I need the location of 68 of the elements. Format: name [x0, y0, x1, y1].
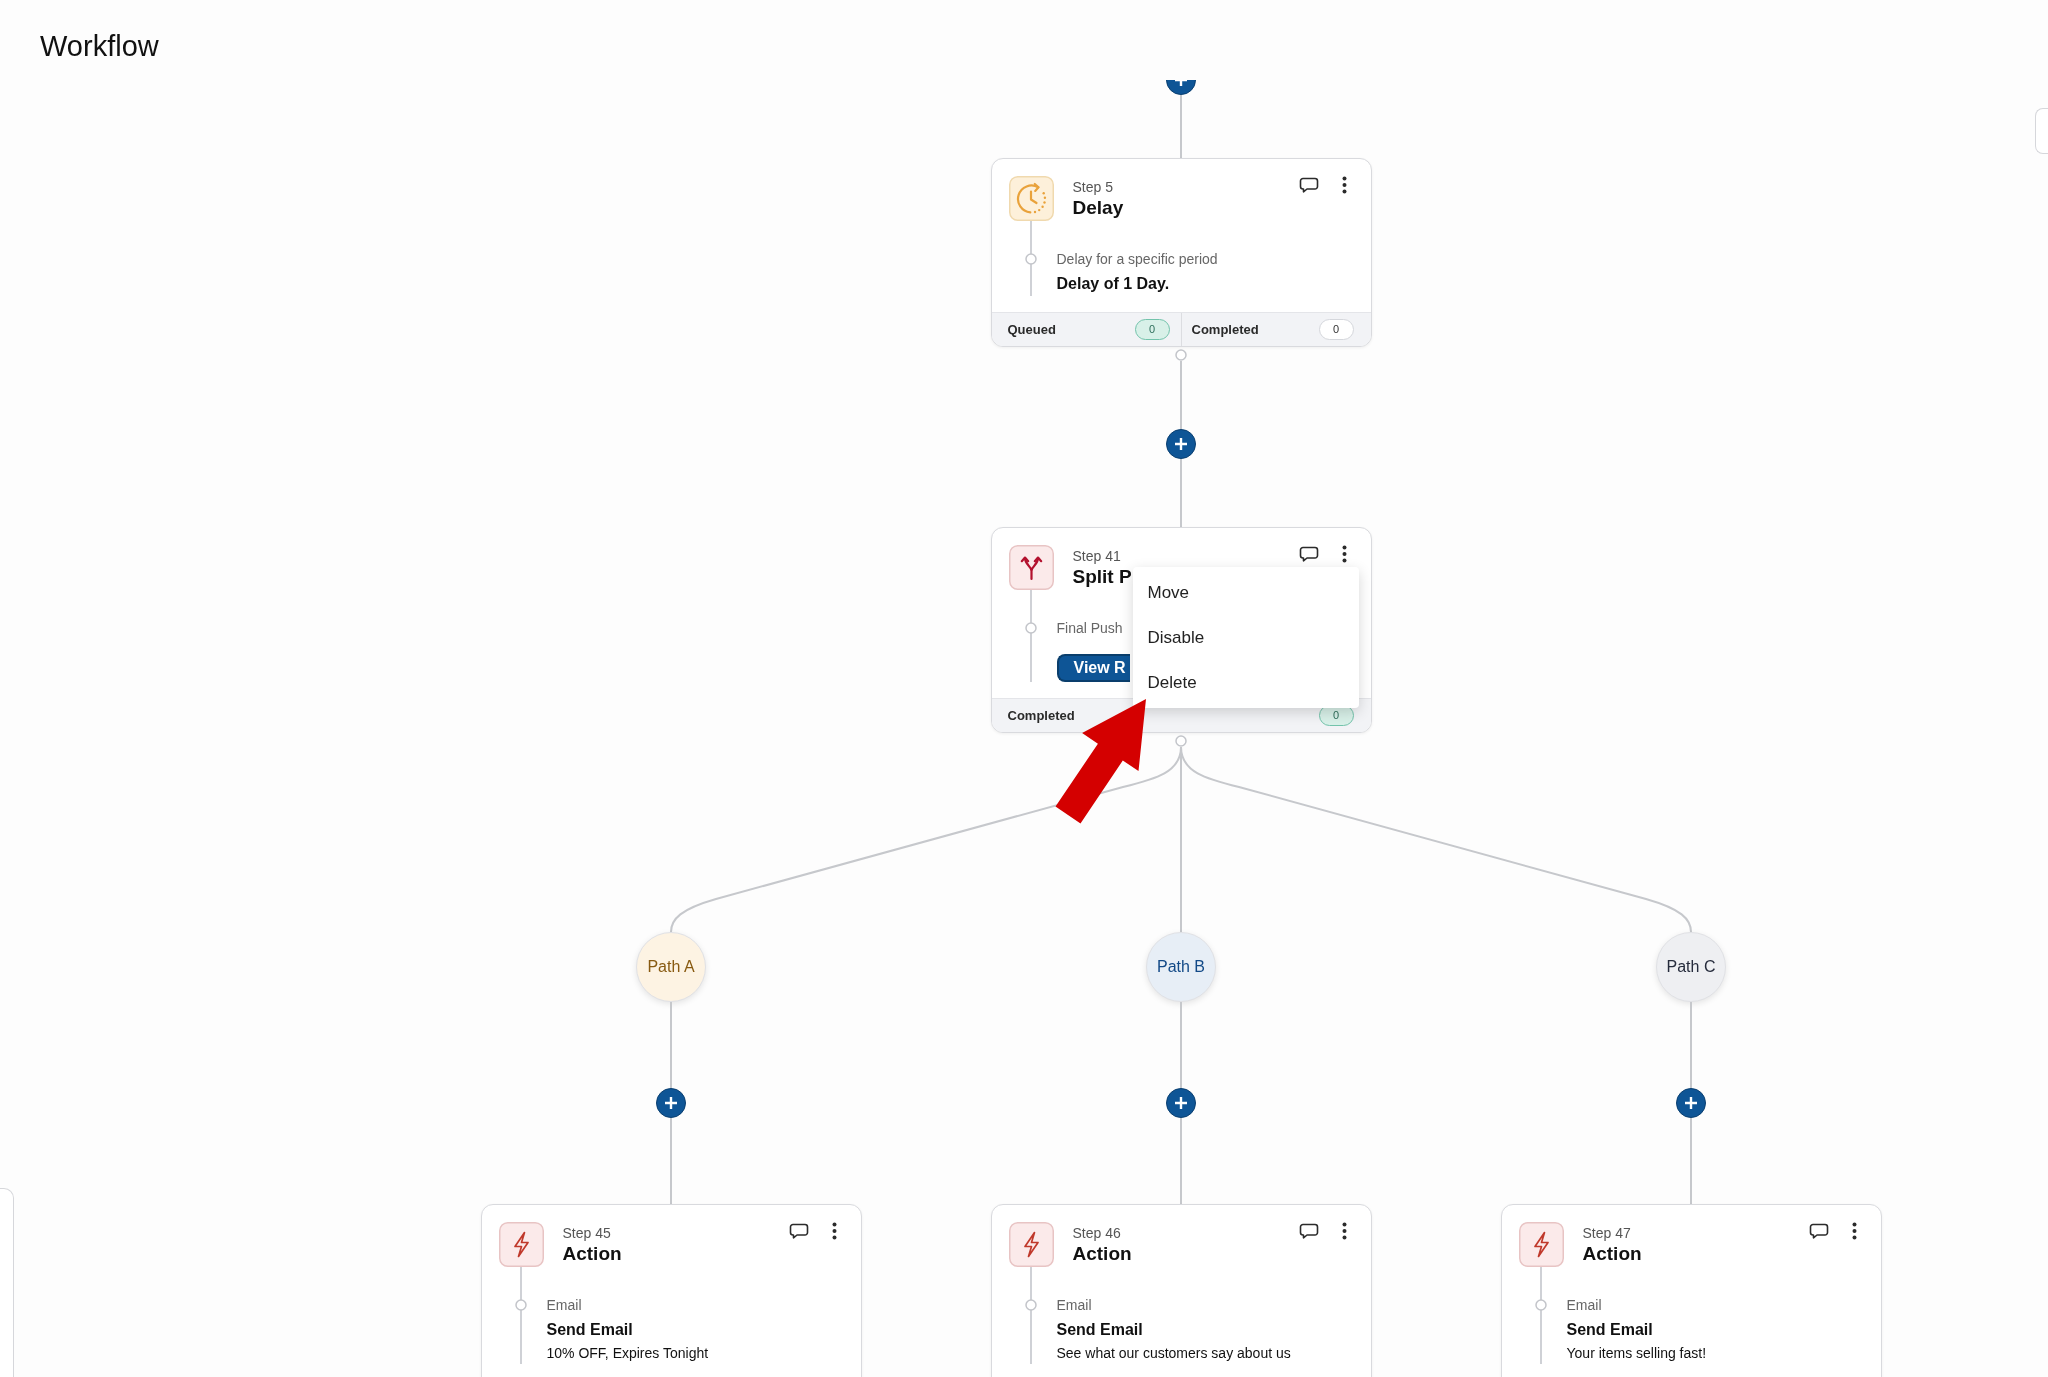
split-arrows-icon: [1008, 545, 1054, 590]
add-step-button[interactable]: [1676, 1088, 1706, 1118]
email-subject: 10% OFF, Expires Tonight: [546, 1344, 709, 1363]
path-node[interactable]: Path C: [1656, 932, 1726, 1002]
more-options-icon[interactable]: [1341, 1222, 1347, 1240]
plus-icon: [1685, 1097, 1697, 1109]
step-number: Step 5: [1072, 178, 1113, 196]
connection-point-icon: [1175, 349, 1187, 361]
email-subject: Your items selling fast!: [1566, 1344, 1707, 1363]
timeline-dot-icon: [1025, 1299, 1037, 1311]
speech-bubble-icon[interactable]: [1298, 1223, 1319, 1239]
stat-label: Completed: [1191, 322, 1259, 337]
step-number: Step 45: [562, 1224, 611, 1242]
add-step-button[interactable]: [1166, 429, 1196, 459]
connector-line: [1180, 95, 1182, 158]
count-badge: 0: [1318, 319, 1354, 340]
detail-text: Send Email: [546, 1320, 633, 1340]
more-options-icon[interactable]: [1341, 545, 1347, 563]
connector-line: [1180, 459, 1182, 527]
plus-icon: [1175, 438, 1187, 450]
step-title: Action: [1072, 1242, 1132, 1266]
step-title: Action: [562, 1242, 622, 1266]
plus-icon: [1175, 1097, 1187, 1109]
page-title: Workflow: [40, 29, 159, 64]
menu-item[interactable]: Disable: [1132, 615, 1359, 660]
timeline-dot-icon: [1535, 1299, 1547, 1311]
add-step-button[interactable]: [656, 1088, 686, 1118]
stat-label: Queued: [1007, 322, 1056, 337]
add-step-button[interactable]: [1166, 1088, 1196, 1118]
connector-line: [1180, 361, 1182, 429]
detail-label: Email: [546, 1296, 582, 1314]
clock-icon: [1008, 176, 1054, 221]
menu-item[interactable]: Delete: [1132, 660, 1359, 705]
detail-text: Send Email: [1566, 1320, 1653, 1340]
speech-bubble-icon[interactable]: [788, 1223, 809, 1239]
path-node[interactable]: Path A: [636, 932, 706, 1002]
step-title: Split P: [1072, 565, 1132, 589]
step-title: Action: [1582, 1242, 1642, 1266]
connection-point-icon: [1175, 735, 1187, 747]
more-options-icon[interactable]: [1341, 176, 1347, 194]
detail-label: Final Push: [1056, 619, 1123, 637]
step-title: Delay: [1072, 196, 1124, 220]
lightning-icon: [1518, 1222, 1564, 1267]
timeline-dot-icon: [1025, 622, 1037, 634]
detail-label: Email: [1056, 1296, 1092, 1314]
path-node[interactable]: Path B: [1146, 932, 1216, 1002]
speech-bubble-icon[interactable]: [1808, 1223, 1829, 1239]
lightning-icon: [1008, 1222, 1054, 1267]
more-options-icon[interactable]: [831, 1222, 837, 1240]
timeline-dot-icon: [1025, 253, 1037, 265]
count-badge: 0: [1134, 319, 1170, 340]
step-number: Step 46: [1072, 1224, 1121, 1242]
timeline-dot-icon: [515, 1299, 527, 1311]
detail-text: Send Email: [1056, 1320, 1143, 1340]
step-number: Step 47: [1582, 1224, 1631, 1242]
view-button[interactable]: View R: [1056, 654, 1130, 682]
detail-text: Delay of 1 Day.: [1056, 274, 1170, 294]
speech-bubble-icon[interactable]: [1298, 546, 1319, 562]
email-subject: See what our customers say about us: [1056, 1344, 1291, 1363]
step-number: Step 41: [1072, 547, 1121, 565]
stat-label: Completed: [1007, 708, 1075, 723]
more-options-icon[interactable]: [1851, 1222, 1857, 1240]
lightning-icon: [498, 1222, 544, 1267]
detail-label: Email: [1566, 1296, 1602, 1314]
speech-bubble-icon[interactable]: [1298, 177, 1319, 193]
plus-icon: [665, 1097, 677, 1109]
detail-label: Delay for a specific period: [1056, 250, 1218, 268]
menu-item[interactable]: Move: [1132, 570, 1359, 615]
